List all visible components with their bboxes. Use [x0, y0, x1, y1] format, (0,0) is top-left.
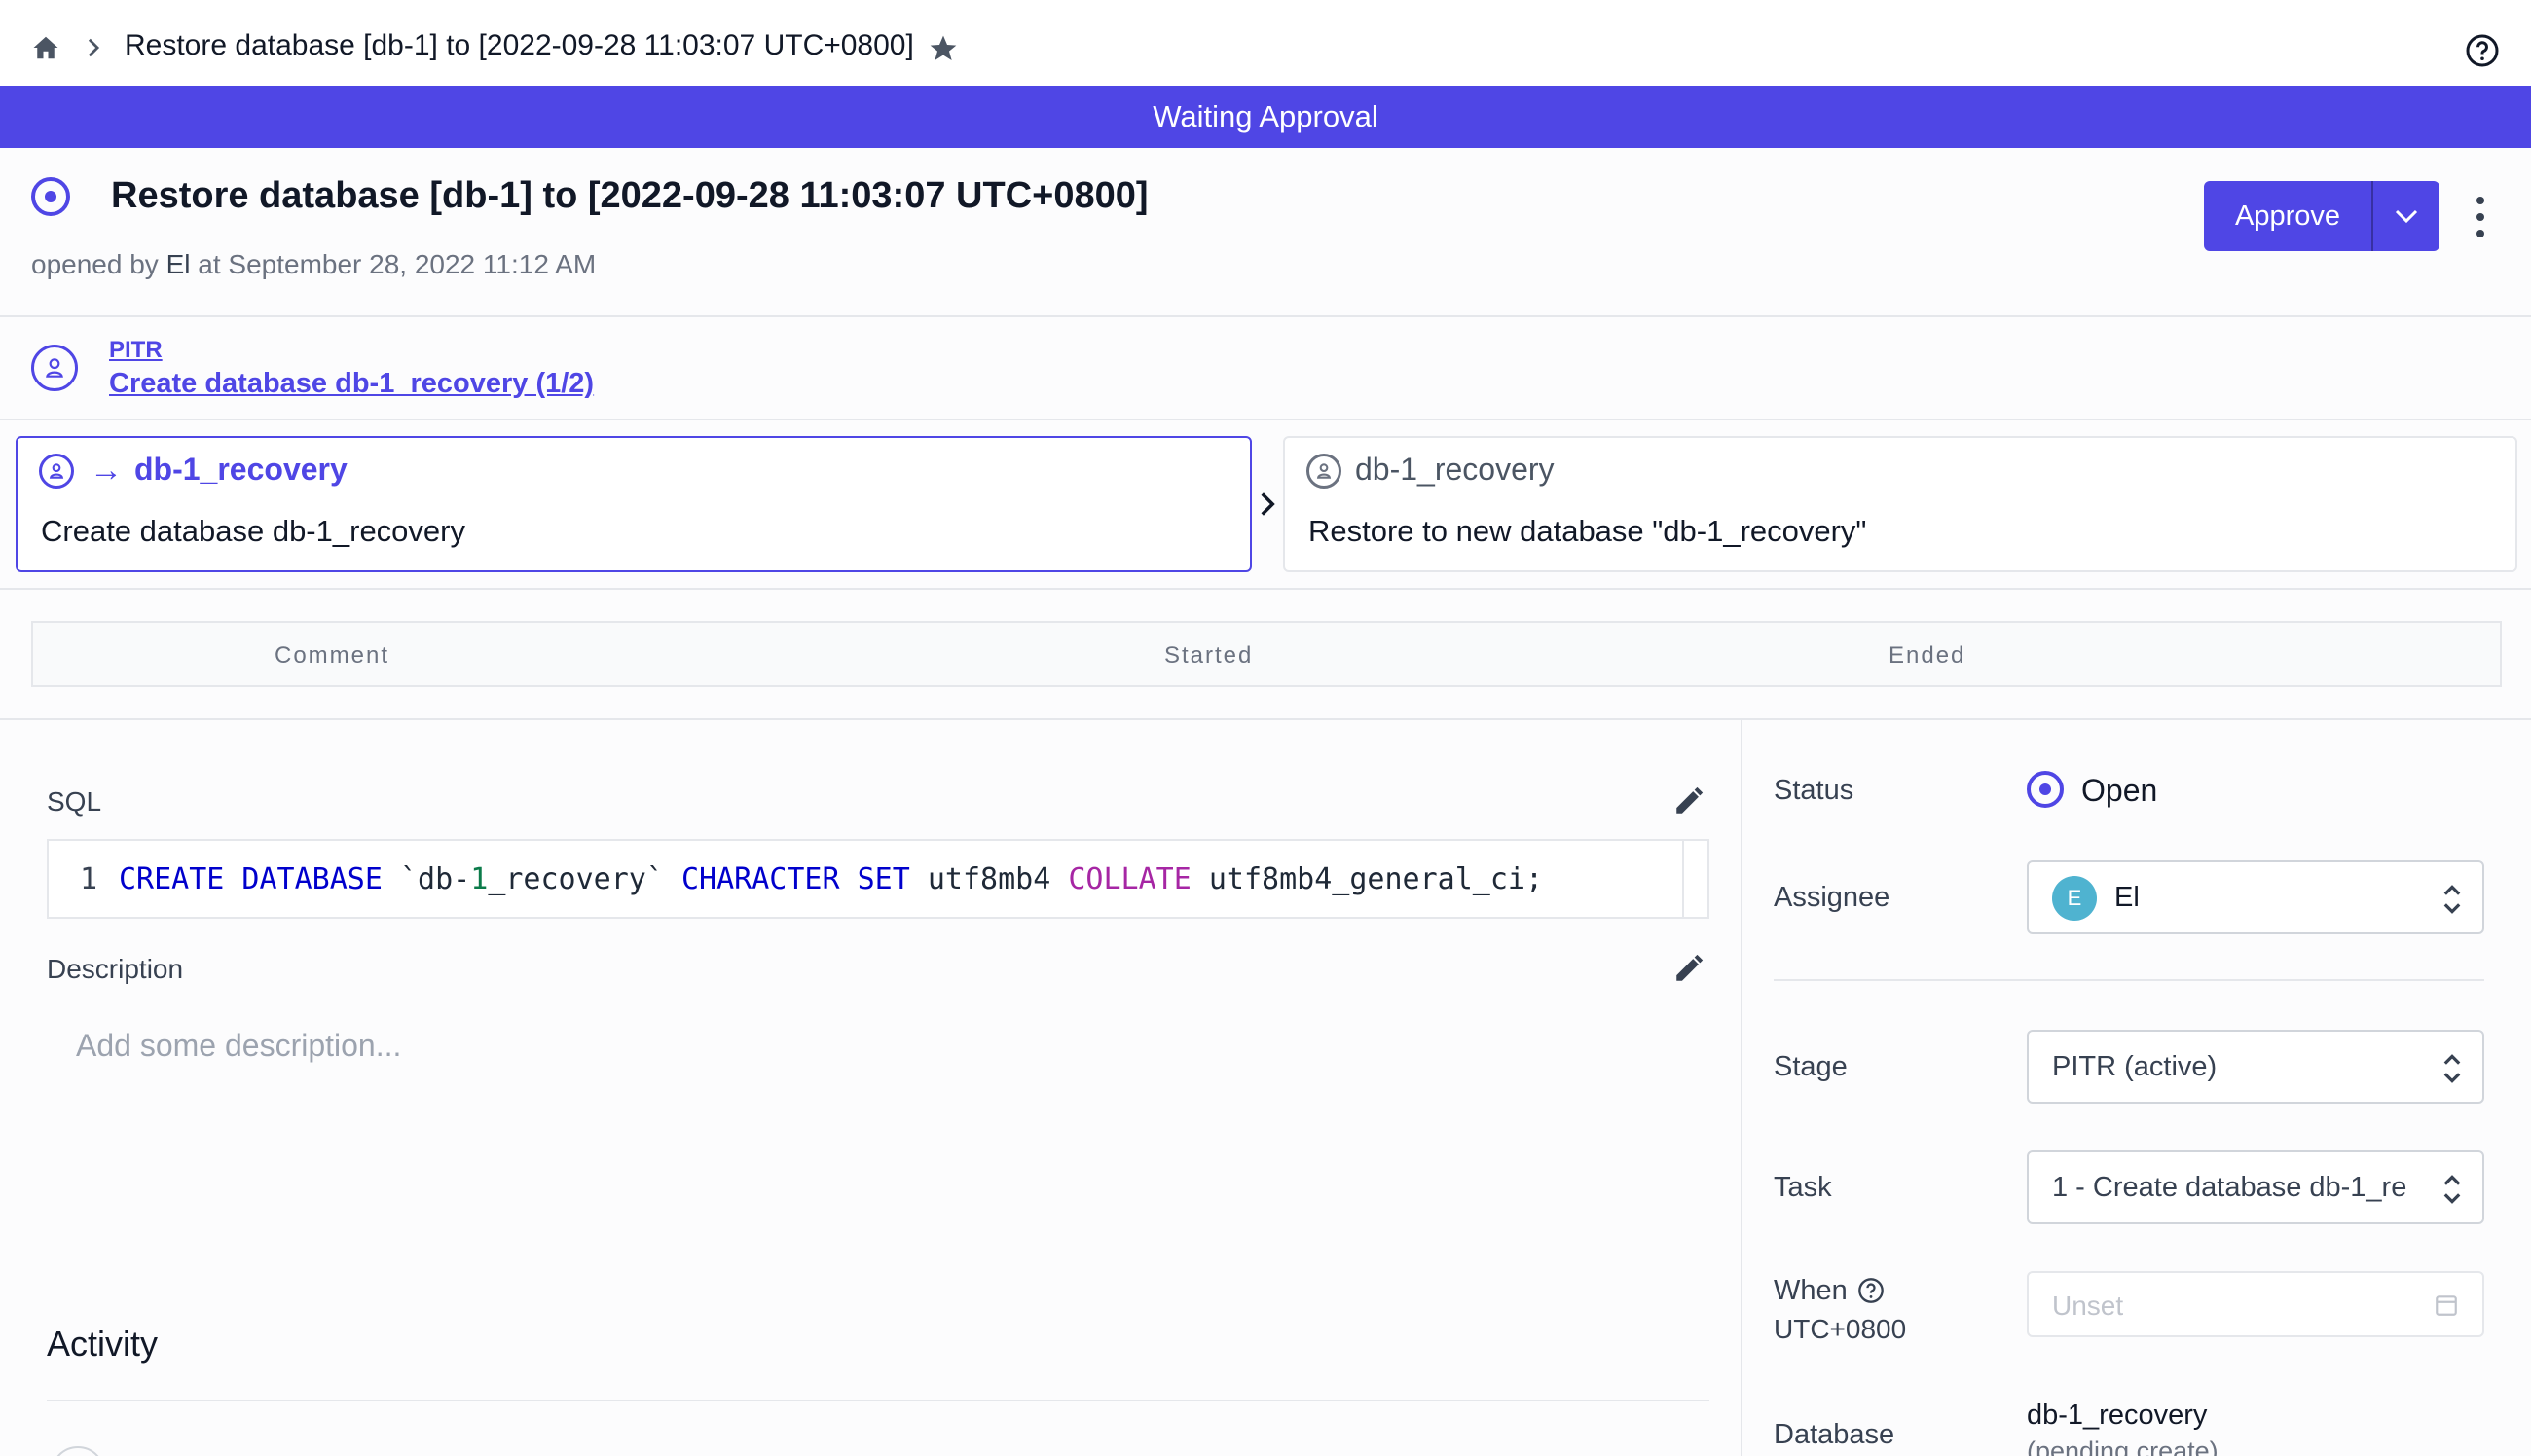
- task-name: Restore to new database "db-1_recovery": [1308, 514, 1867, 548]
- home-icon[interactable]: [31, 33, 60, 62]
- divider: [0, 718, 2531, 720]
- assignee-name: El: [2114, 882, 2140, 913]
- description-input[interactable]: Add some description...: [76, 1028, 401, 1064]
- opened-prefix: opened by: [31, 249, 159, 279]
- opened-suffix: at September 28, 2022 11:12 AM: [198, 249, 597, 279]
- task-value: 1 - Create database db-1_re: [2052, 1172, 2407, 1203]
- sql-token: `db-: [382, 862, 471, 896]
- task-user-icon: [39, 454, 74, 489]
- divider: [0, 419, 2531, 420]
- sql-editor[interactable]: 1 CREATE DATABASE `db-1_recovery` CHARACT…: [47, 839, 1709, 919]
- stage-label: Stage: [1774, 1051, 1848, 1082]
- edit-sql-icon[interactable]: [1672, 784, 1706, 818]
- stage-link[interactable]: PITR: [109, 337, 163, 364]
- opened-by-line: opened by El at September 28, 2022 11:12…: [31, 249, 596, 280]
- edit-description-icon[interactable]: [1672, 952, 1706, 985]
- line-number: 1: [79, 862, 97, 896]
- sql-token: CHARACTER SET: [681, 862, 910, 896]
- sql-token: CREATE DATABASE: [119, 862, 383, 896]
- column-comment: Comment: [275, 642, 390, 669]
- sql-label: SQL: [47, 786, 102, 817]
- stage-value: PITR (active): [2052, 1051, 2218, 1082]
- task-name: Create database db-1_recovery: [41, 514, 465, 548]
- divider: [0, 315, 2531, 317]
- arrow-right-icon: →: [90, 452, 123, 489]
- task-select[interactable]: 1 - Create database db-1_re: [2027, 1150, 2484, 1224]
- selector-icon: [2443, 1175, 2461, 1204]
- star-icon[interactable]: [927, 33, 960, 64]
- approve-dropdown-button[interactable]: [2373, 181, 2439, 251]
- status-value: Open: [2081, 773, 2158, 808]
- activity-heading: Activity: [47, 1324, 159, 1364]
- sql-token: utf8mb4_general_ci;: [1191, 862, 1544, 896]
- selector-icon: [2443, 1054, 2461, 1083]
- divider: [47, 1400, 1709, 1401]
- assignee-label: Assignee: [1774, 882, 1890, 913]
- activity-avatar: [51, 1446, 105, 1456]
- status-banner: Waiting Approval: [0, 86, 2531, 148]
- date-placeholder: Unset: [2052, 1291, 2124, 1321]
- sql-token: _recovery`: [488, 862, 681, 896]
- when-date-input[interactable]: Unset: [2027, 1271, 2484, 1337]
- help-icon[interactable]: [2465, 33, 2500, 68]
- assignee-select[interactable]: E El: [2027, 860, 2484, 934]
- task-run-table-header: Comment Started Ended: [31, 621, 2502, 687]
- approve-button-group: Approve: [2204, 181, 2439, 251]
- calendar-icon: [2436, 1295, 2457, 1316]
- divider: [1774, 979, 2484, 981]
- sql-token: COLLATE: [1068, 862, 1192, 896]
- timezone-label: UTC+0800: [1774, 1314, 1907, 1344]
- sql-token: utf8mb4: [909, 862, 1069, 896]
- editor-gutter: [1682, 841, 1684, 917]
- approve-button[interactable]: Approve: [2204, 181, 2373, 251]
- breadcrumb-title: Restore database [db-1] to [2022-09-28 1…: [125, 29, 914, 61]
- database-status: (pending create): [2027, 1437, 2219, 1456]
- opened-by-user[interactable]: El: [166, 249, 191, 279]
- column-started: Started: [1164, 642, 1254, 669]
- column-ended: Ended: [1889, 642, 1966, 669]
- description-label: Description: [47, 954, 184, 984]
- selector-icon: [2443, 885, 2461, 914]
- divider: [0, 588, 2531, 590]
- help-icon[interactable]: [1857, 1277, 1885, 1304]
- task-card-create[interactable]: → db-1_recovery Create database db-1_rec…: [16, 436, 1252, 572]
- sql-token: 1: [470, 862, 489, 896]
- chevron-down-icon: [2395, 209, 2418, 224]
- status-label: Status: [1774, 775, 1854, 806]
- stage-select[interactable]: PITR (active): [2027, 1030, 2484, 1104]
- issue-status-icon: [31, 177, 70, 216]
- chevron-right-icon: [1261, 492, 1275, 516]
- task-user-icon: [1306, 454, 1341, 489]
- chevron-right-icon: [88, 38, 100, 57]
- issue-title: Restore database [db-1] to [2022-09-28 1…: [111, 175, 1149, 216]
- task-database: db-1_recovery: [1355, 452, 1555, 487]
- top-bar: Restore database [db-1] to [2022-09-28 1…: [0, 0, 2531, 86]
- task-card-restore[interactable]: db-1_recovery Restore to new database "d…: [1283, 436, 2517, 572]
- more-actions-icon[interactable]: [2469, 193, 2492, 241]
- status-open-icon: [2027, 771, 2064, 808]
- task-database: db-1_recovery: [134, 452, 348, 487]
- stage-user-icon: [31, 345, 78, 391]
- task-label: Task: [1774, 1172, 1832, 1203]
- database-label: Database: [1774, 1419, 1895, 1450]
- avatar: E: [2052, 876, 2097, 921]
- current-task-link[interactable]: Create database db-1_recovery (1/2): [109, 368, 594, 400]
- database-name[interactable]: db-1_recovery: [2027, 1400, 2207, 1432]
- when-label: When: [1774, 1275, 1848, 1306]
- sidebar-divider: [1741, 720, 1742, 1456]
